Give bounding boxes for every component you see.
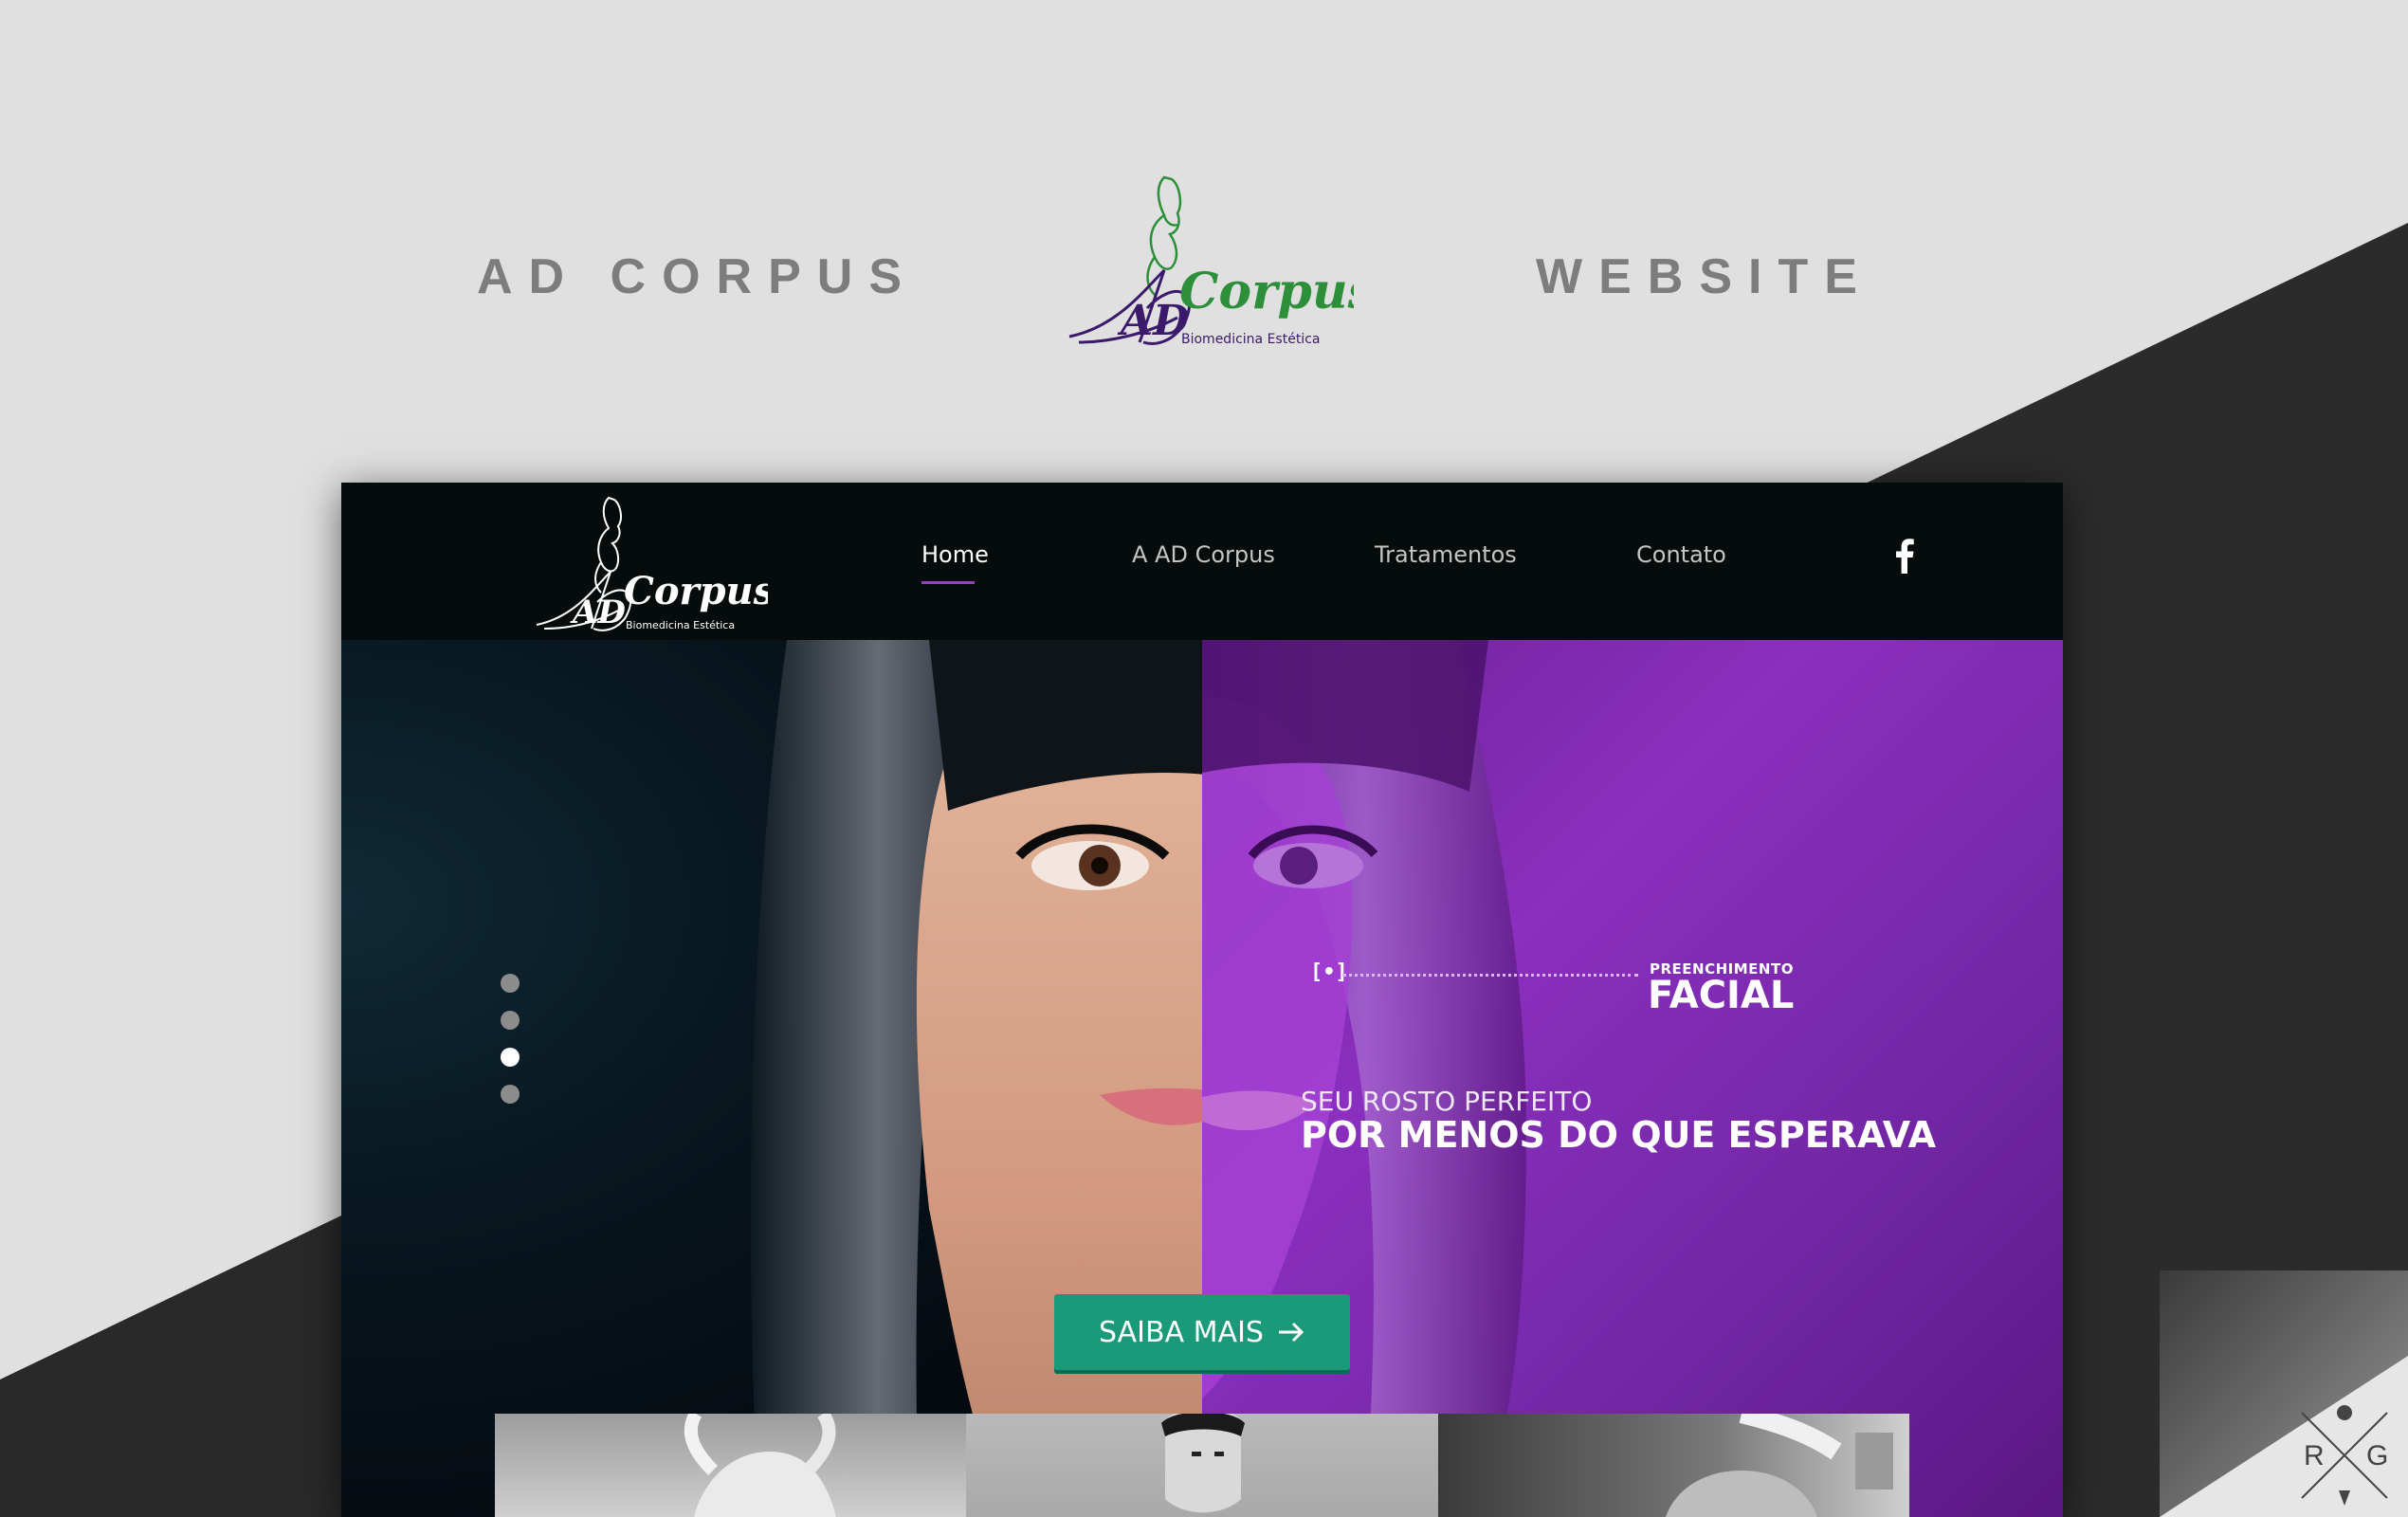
treatment-thumbnails <box>495 1414 1909 1517</box>
facebook-icon[interactable] <box>1885 532 1923 579</box>
badge-letter-g: G <box>2366 1440 2388 1471</box>
hero-subline: SEU ROSTO PERFEITO <box>1301 1086 1593 1117</box>
brand-logo-wordmark: Corpus <box>1179 263 1354 320</box>
slider-dot-4[interactable] <box>501 1085 520 1104</box>
site-logo-wordmark: Corpus <box>624 569 768 613</box>
nav-item-home[interactable]: Home <box>921 541 989 568</box>
nav-item-treatments[interactable]: Tratamentos <box>1375 541 1517 568</box>
thumbnail-man-portrait[interactable] <box>966 1414 1438 1517</box>
project-type-title: WEBSITE <box>1536 249 1873 304</box>
nav-item-about[interactable]: A AD Corpus <box>1132 541 1275 568</box>
project-title: AD CORPUS <box>477 249 919 304</box>
hotspot-marker[interactable]: [•] <box>1310 960 1348 984</box>
cta-label: SAIBA MAIS <box>1099 1315 1264 1349</box>
brand-logo-tagline: Biomedicina Estética <box>1181 332 1320 347</box>
brand-logo-monogram: AD <box>1117 297 1189 345</box>
nav-item-contact[interactable]: Contato <box>1636 541 1726 568</box>
slider-dot-1[interactable] <box>501 974 520 993</box>
slider-dot-3[interactable] <box>501 1048 520 1067</box>
slider-dot-2[interactable] <box>501 1011 520 1030</box>
badge-letter-r: R <box>2304 1440 2325 1471</box>
site-logo-tagline: Biomedicina Estética <box>626 619 735 631</box>
site-logo-monogram: AD <box>570 594 626 631</box>
website-mockup: AD Corpus Biomedicina Estética Home A AD… <box>341 483 2063 1517</box>
slider-pagination <box>501 974 521 1122</box>
saiba-mais-button[interactable]: SAIBA MAIS <box>1054 1294 1350 1370</box>
thumbnail-woman-bracelet[interactable] <box>1437 1414 1909 1517</box>
hero-slider: [•] PREENCHIMENTO FACIAL SEU ROSTO PERFE… <box>341 640 2063 1517</box>
hotspot-leader-line <box>1342 974 1638 977</box>
designer-badge: R G <box>2160 1270 2408 1517</box>
site-logo[interactable]: AD Corpus Biomedicina Estética <box>531 490 768 634</box>
hero-model-image <box>750 640 1526 1517</box>
brand-logo: AD Corpus Biomedicina Estética <box>1068 175 1354 347</box>
site-navbar: AD Corpus Biomedicina Estética Home A AD… <box>341 483 2063 640</box>
hero-headline: POR MENOS DO QUE ESPERAVA <box>1301 1114 1937 1156</box>
arrow-right-icon <box>1278 1322 1304 1343</box>
nav-active-indicator <box>921 581 975 584</box>
hero-title: FACIAL <box>1648 974 1795 1017</box>
thumbnail-woman-arms[interactable] <box>495 1414 967 1517</box>
lightbulb-icon <box>2337 1405 2352 1420</box>
